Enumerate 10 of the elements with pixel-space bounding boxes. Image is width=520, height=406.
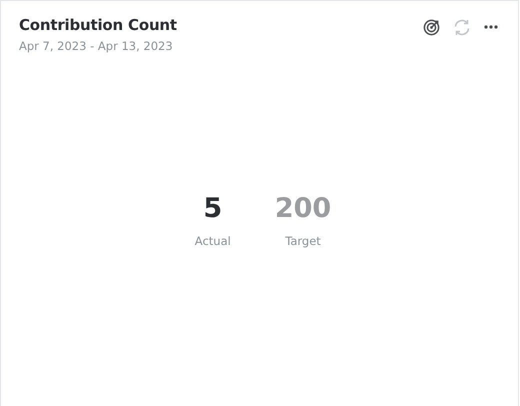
refresh-icon: [453, 18, 471, 36]
date-range: Apr 7, 2023 - Apr 13, 2023: [19, 39, 174, 53]
card-title: Contribution Count: [19, 16, 177, 34]
target-icon: [423, 18, 440, 36]
metric-value: 5: [203, 193, 222, 225]
metric-label: Actual: [194, 234, 231, 248]
target-button[interactable]: [423, 18, 440, 36]
metric-value: 200: [274, 193, 332, 225]
more-icon: [484, 25, 498, 29]
metric-label: Target: [285, 234, 321, 248]
